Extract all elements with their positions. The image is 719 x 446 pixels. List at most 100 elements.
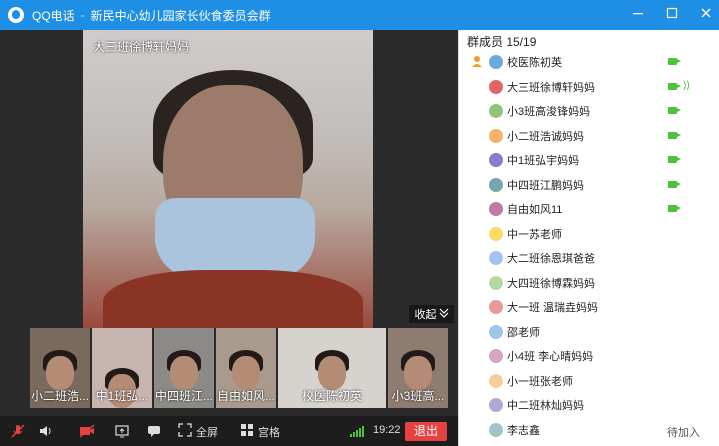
minimize-icon[interactable] <box>631 6 645 20</box>
maximize-icon[interactable] <box>665 6 679 20</box>
grid-view-button[interactable]: 宫格 <box>240 423 280 440</box>
member-row[interactable]: 校医陈初英 <box>459 50 719 74</box>
collapse-label: 收起 <box>414 309 437 321</box>
member-row[interactable]: 小4班 李心晴妈妈 <box>459 344 719 368</box>
member-name: 自由如风11 <box>507 204 563 216</box>
members-panel: 群成员 15/19 校医陈初英大三班徐博轩妈妈)) 小3班高浚锋妈妈 小二班浩诚妈妈… <box>458 30 719 446</box>
fullscreen-label: 全屏 <box>196 426 218 439</box>
call-toolbar: 全屏 宫格 19:22 退出 <box>0 416 458 446</box>
member-name: 大四班徐博霖妈妈 <box>507 277 595 290</box>
video-stage: 大三班徐博轩妈妈 收起 小二班浩... 中1班弘... 中四班江... 自由如风… <box>0 30 458 416</box>
thumbnail[interactable]: 中1班弘... <box>92 328 152 408</box>
avatar <box>489 226 503 241</box>
title-bar: QQ电话 - 新民中心幼儿园家长伙食委员会群 <box>0 0 719 30</box>
qq-logo-icon <box>8 7 24 23</box>
member-row[interactable]: 自由如风11 <box>459 197 719 221</box>
thumbnail[interactable]: 小二班浩... <box>30 328 90 408</box>
avatar <box>489 128 503 143</box>
member-name: 中一苏老师 <box>507 228 562 241</box>
grid-label: 宫格 <box>258 426 280 439</box>
member-row[interactable]: 李志鑫 待加入 <box>459 418 719 442</box>
member-row[interactable]: 小二班浩诚妈妈 <box>459 124 719 148</box>
app-name: QQ电话 <box>32 8 75 23</box>
thumbnail-face <box>232 356 260 390</box>
avatar <box>489 398 503 412</box>
pending-status: 待加入 <box>667 426 700 439</box>
thumbnail[interactable]: 中四班江... <box>154 328 214 408</box>
close-icon[interactable] <box>699 6 713 20</box>
avatar <box>489 275 503 290</box>
avatar <box>489 202 503 216</box>
title-separator: - <box>80 8 85 22</box>
member-name: 小4班 李心晴妈妈 <box>507 351 594 363</box>
member-name: 中四班江鹏妈妈 <box>507 179 584 192</box>
thumbnail-face <box>318 356 346 390</box>
member-row[interactable]: 中一苏老师 <box>459 222 719 246</box>
members-title: 群成员 15/19 <box>467 35 537 49</box>
avatar <box>489 349 503 363</box>
exit-button[interactable]: 退出 <box>405 422 447 441</box>
window-title: 新民中心幼儿园家长伙食委员会群 <box>90 8 271 23</box>
member-row[interactable]: 小3班高浚锋妈妈 <box>459 99 719 123</box>
signal-strength-icon <box>350 426 364 437</box>
member-row[interactable]: 大一班 温瑞垚妈妈 <box>459 295 719 319</box>
avatar <box>489 324 503 339</box>
thumbnail[interactable]: 小3班高... <box>388 328 448 408</box>
video-camera-icon <box>668 58 681 65</box>
thumbnail-strip: 小二班浩... 中1班弘... 中四班江... 自由如风... 校医陈初英 小3… <box>30 328 450 408</box>
thumbnail-label: 小二班浩... <box>30 389 89 403</box>
camera-off-icon[interactable] <box>78 423 96 439</box>
member-name: 李志鑫 <box>507 424 540 437</box>
thumbnail-face <box>404 356 432 390</box>
member-row[interactable]: 小一班张老师 <box>459 369 719 393</box>
avatar <box>489 300 503 314</box>
member-row[interactable]: 中四班江鹏妈妈 <box>459 173 719 197</box>
grid-icon <box>240 423 254 440</box>
thumbnail-label: 自由如风... <box>216 389 275 403</box>
member-row[interactable]: 中二班林灿妈妈 <box>459 393 719 417</box>
avatar <box>489 422 503 437</box>
avatar <box>489 55 503 69</box>
member-row[interactable]: 中1班弘宇妈妈 <box>459 148 719 172</box>
main-video[interactable]: 大三班徐博轩妈妈 <box>83 30 373 328</box>
speaking-icon: )) <box>683 79 690 91</box>
thumbnail-label: 中1班弘... <box>95 389 149 403</box>
thumbnail-face <box>46 356 74 390</box>
mic-muted-icon[interactable] <box>10 423 26 439</box>
speaker-body <box>103 270 363 328</box>
member-name: 小二班浩诚妈妈 <box>507 130 584 143</box>
fullscreen-button[interactable]: 全屏 <box>178 423 218 440</box>
video-camera-icon <box>668 131 681 139</box>
thumbnail-label: 校医陈初英 <box>301 389 362 403</box>
chevron-down-icon <box>439 308 449 321</box>
video-camera-icon <box>668 82 681 90</box>
member-name: 校医陈初英 <box>507 57 562 69</box>
avatar <box>489 373 503 388</box>
chat-icon[interactable] <box>146 423 162 439</box>
video-camera-icon <box>668 180 681 188</box>
member-row[interactable]: 大四班徐博霖妈妈 <box>459 271 719 295</box>
member-name: 大二班徐恩琪爸爸 <box>507 253 595 265</box>
avatar <box>489 251 503 265</box>
avatar <box>489 104 503 118</box>
member-row[interactable]: 大二班徐恩琪爸爸 <box>459 246 719 270</box>
thumbnail[interactable]: 自由如风... <box>216 328 276 408</box>
member-name: 邵老师 <box>507 326 540 339</box>
speaker-mask <box>155 198 315 278</box>
thumbnail[interactable]: 校医陈初英 <box>278 328 386 408</box>
thumbnail-face <box>170 356 198 390</box>
member-name: 中二班林灿妈妈 <box>507 400 584 412</box>
avatar <box>489 79 503 94</box>
member-row[interactable]: 大三班徐博轩妈妈)) <box>459 75 719 99</box>
collapse-button[interactable]: 收起 <box>409 305 454 323</box>
video-camera-icon <box>668 156 681 163</box>
avatar <box>489 153 503 167</box>
member-row[interactable]: 邵老师 <box>459 320 719 344</box>
speaker-icon[interactable] <box>38 423 54 439</box>
video-camera-icon <box>668 107 681 114</box>
fullscreen-icon <box>178 423 192 440</box>
member-name: 小3班高浚锋妈妈 <box>507 106 591 118</box>
share-screen-icon[interactable] <box>114 423 130 439</box>
member-name: 大三班徐博轩妈妈 <box>507 81 595 94</box>
avatar <box>489 177 503 192</box>
